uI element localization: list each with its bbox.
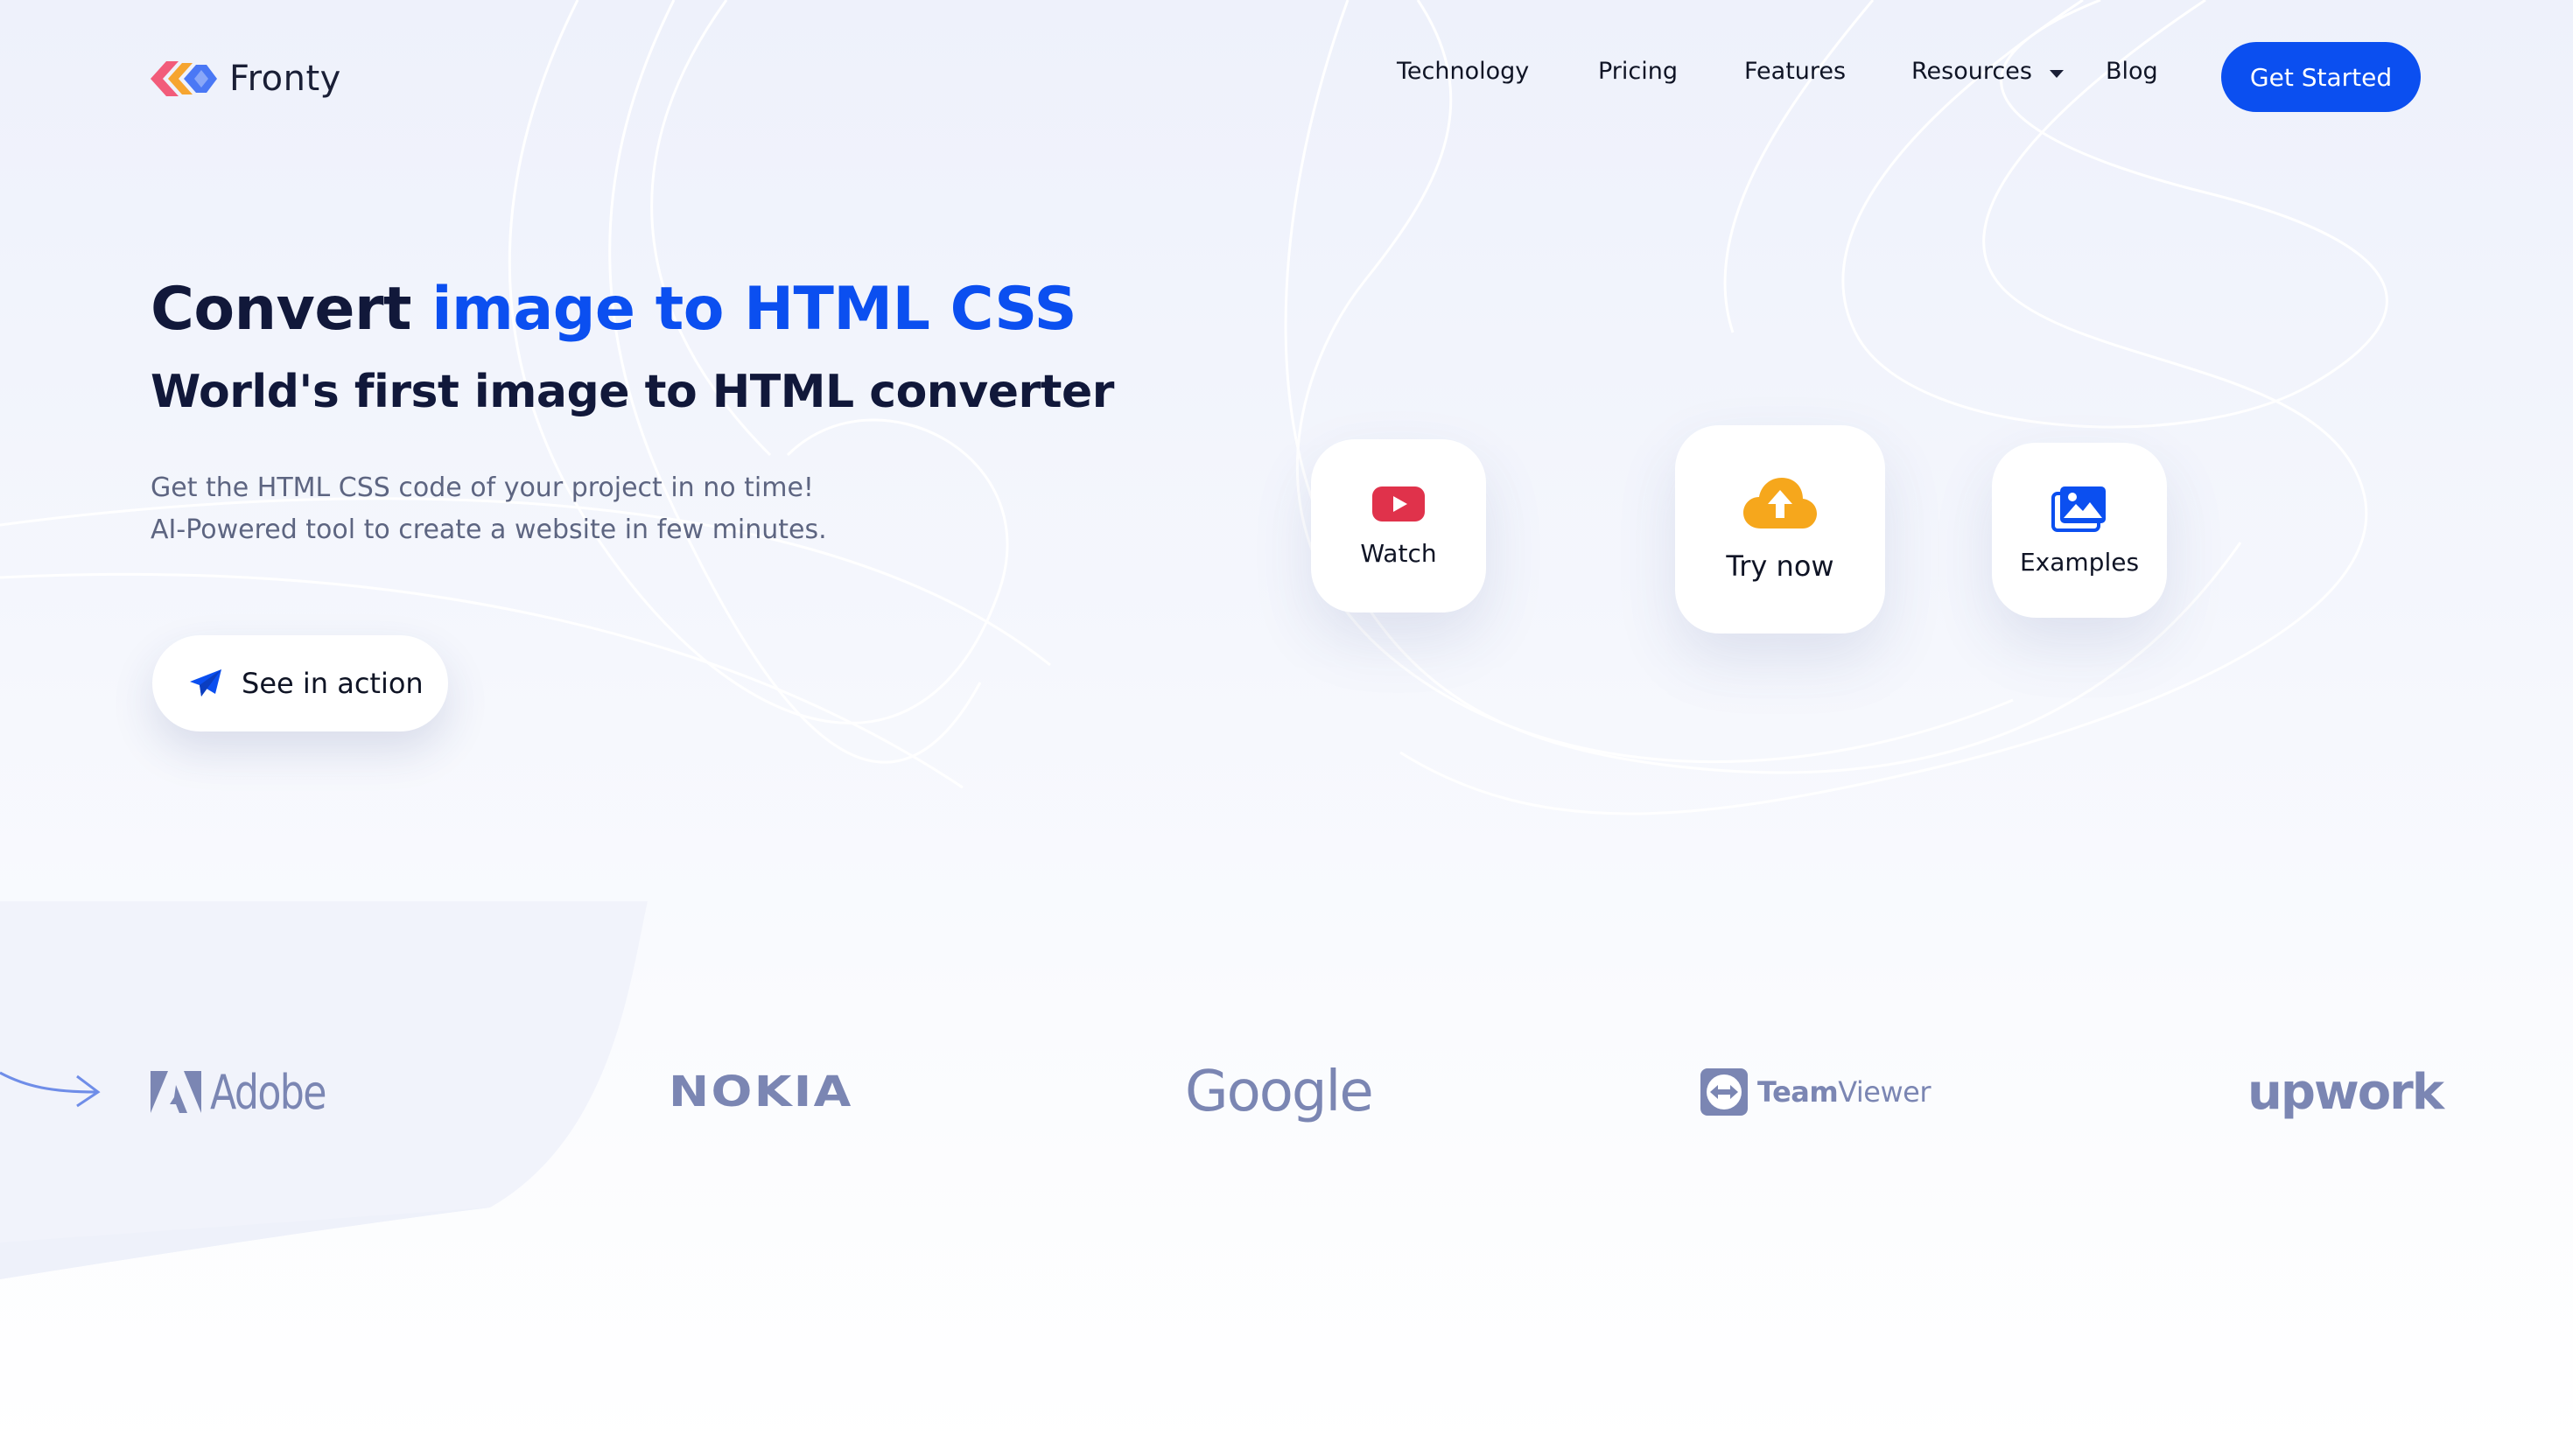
get-started-button[interactable]: Get Started [2221,42,2421,112]
paper-plane-icon [190,669,221,696]
try-now-card[interactable]: Try now [1675,425,1885,634]
examples-label: Examples [2019,547,2140,577]
nav-item-technology[interactable]: Technology [1397,58,1529,85]
teamviewer-name-light: Viewer [1838,1075,1931,1109]
adobe-icon [151,1071,201,1113]
brand-logo[interactable]: Fronty [151,52,341,105]
client-logo-upwork: upwork [2247,1059,2444,1125]
youtube-icon [1372,486,1425,522]
teamviewer-name: TeamViewer [1757,1075,1931,1109]
hero-description-line: Get the HTML CSS code of your project in… [151,472,814,503]
see-in-action-label: See in action [242,667,424,700]
cloud-upload-icon [1743,478,1817,528]
hero-subtitle: World's first image to HTML converter [151,366,1114,418]
hero-title-prefix: Convert [151,275,432,344]
brand-name: Fronty [229,59,341,99]
client-logo-nokia: NOKIA [669,1059,851,1125]
try-now-label: Try now [1726,550,1834,583]
client-logo-teamviewer: TeamViewer [1700,1059,1931,1125]
nav-item-pricing[interactable]: Pricing [1598,58,1678,85]
hero-description-line: AI-Powered tool to create a website in f… [151,514,827,545]
teamviewer-name-bold: Team [1757,1075,1839,1109]
hero-title: Convert image to HTML CSS [151,275,1077,344]
nav-item-resources[interactable]: Resources [1911,58,2032,85]
fronty-logo-icon [151,61,217,96]
hero-title-highlight: image to HTML CSS [431,275,1077,344]
google-name: Google [1185,1060,1374,1124]
client-logo-adobe: Adobe [151,1059,351,1125]
teamviewer-icon [1700,1068,1748,1116]
adobe-name: Adobe [210,1064,327,1120]
decorative-arrow [0,1071,101,1108]
nav-item-features[interactable]: Features [1744,58,1846,85]
nokia-name: NOKIA [669,1068,853,1116]
watch-card[interactable]: Watch [1311,439,1486,612]
nav-item-blog[interactable]: Blog [2106,58,2158,85]
chevron-down-icon[interactable] [2050,70,2064,78]
examples-card[interactable]: Examples [1992,443,2167,618]
hero-description: Get the HTML CSS code of your project in… [151,467,827,551]
watch-label: Watch [1360,538,1437,568]
upwork-name: upwork [2247,1063,2444,1121]
see-in-action-button[interactable]: See in action [152,635,448,732]
client-logo-google: Google [1185,1059,1374,1125]
site-header: Fronty Technology Pricing Features Resou… [0,0,2573,154]
image-gallery-icon [2051,486,2106,532]
